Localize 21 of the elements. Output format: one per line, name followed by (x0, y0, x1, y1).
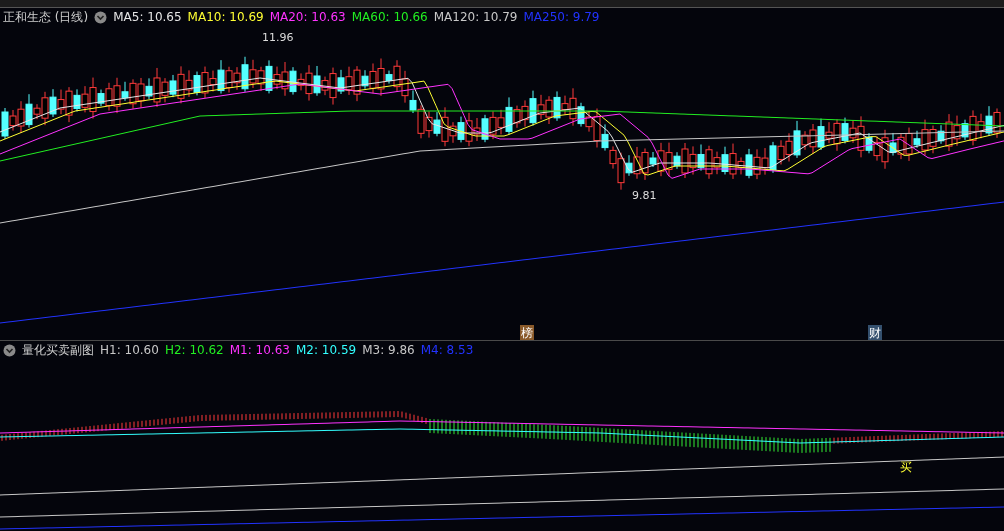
legend-value: MA120: 10.79 (433, 10, 518, 24)
price-label: 9.81 (632, 189, 657, 202)
legend-value: MA60: 10.66 (351, 10, 428, 24)
legend-value: MA20: 10.63 (269, 10, 346, 24)
legend-value: MA5: 10.65 (113, 10, 182, 24)
legend-value: H2: 10.62 (164, 343, 224, 357)
legend-value: M3: 9.86 (362, 343, 415, 357)
collapse-icon[interactable] (3, 343, 16, 357)
legend-value: M1: 10.63 (229, 343, 290, 357)
legend-value: M2: 10.59 (295, 343, 357, 357)
event-marker[interactable]: 榜 (520, 325, 534, 340)
event-marker[interactable]: 财 (868, 325, 882, 340)
price-label: 11.96 (262, 31, 294, 44)
legend-value: MA10: 10.69 (187, 10, 264, 24)
legend-value: M4: 8.53 (420, 343, 474, 357)
stock-name: 正和生态 (日线) (3, 8, 89, 26)
collapse-icon[interactable] (94, 10, 108, 24)
indicator-title: 量化买卖副图 (22, 341, 94, 359)
legend-value: MA250: 9.79 (523, 10, 600, 24)
signal-label: 买 (900, 459, 912, 476)
legend-value: H1: 10.60 (100, 343, 159, 357)
